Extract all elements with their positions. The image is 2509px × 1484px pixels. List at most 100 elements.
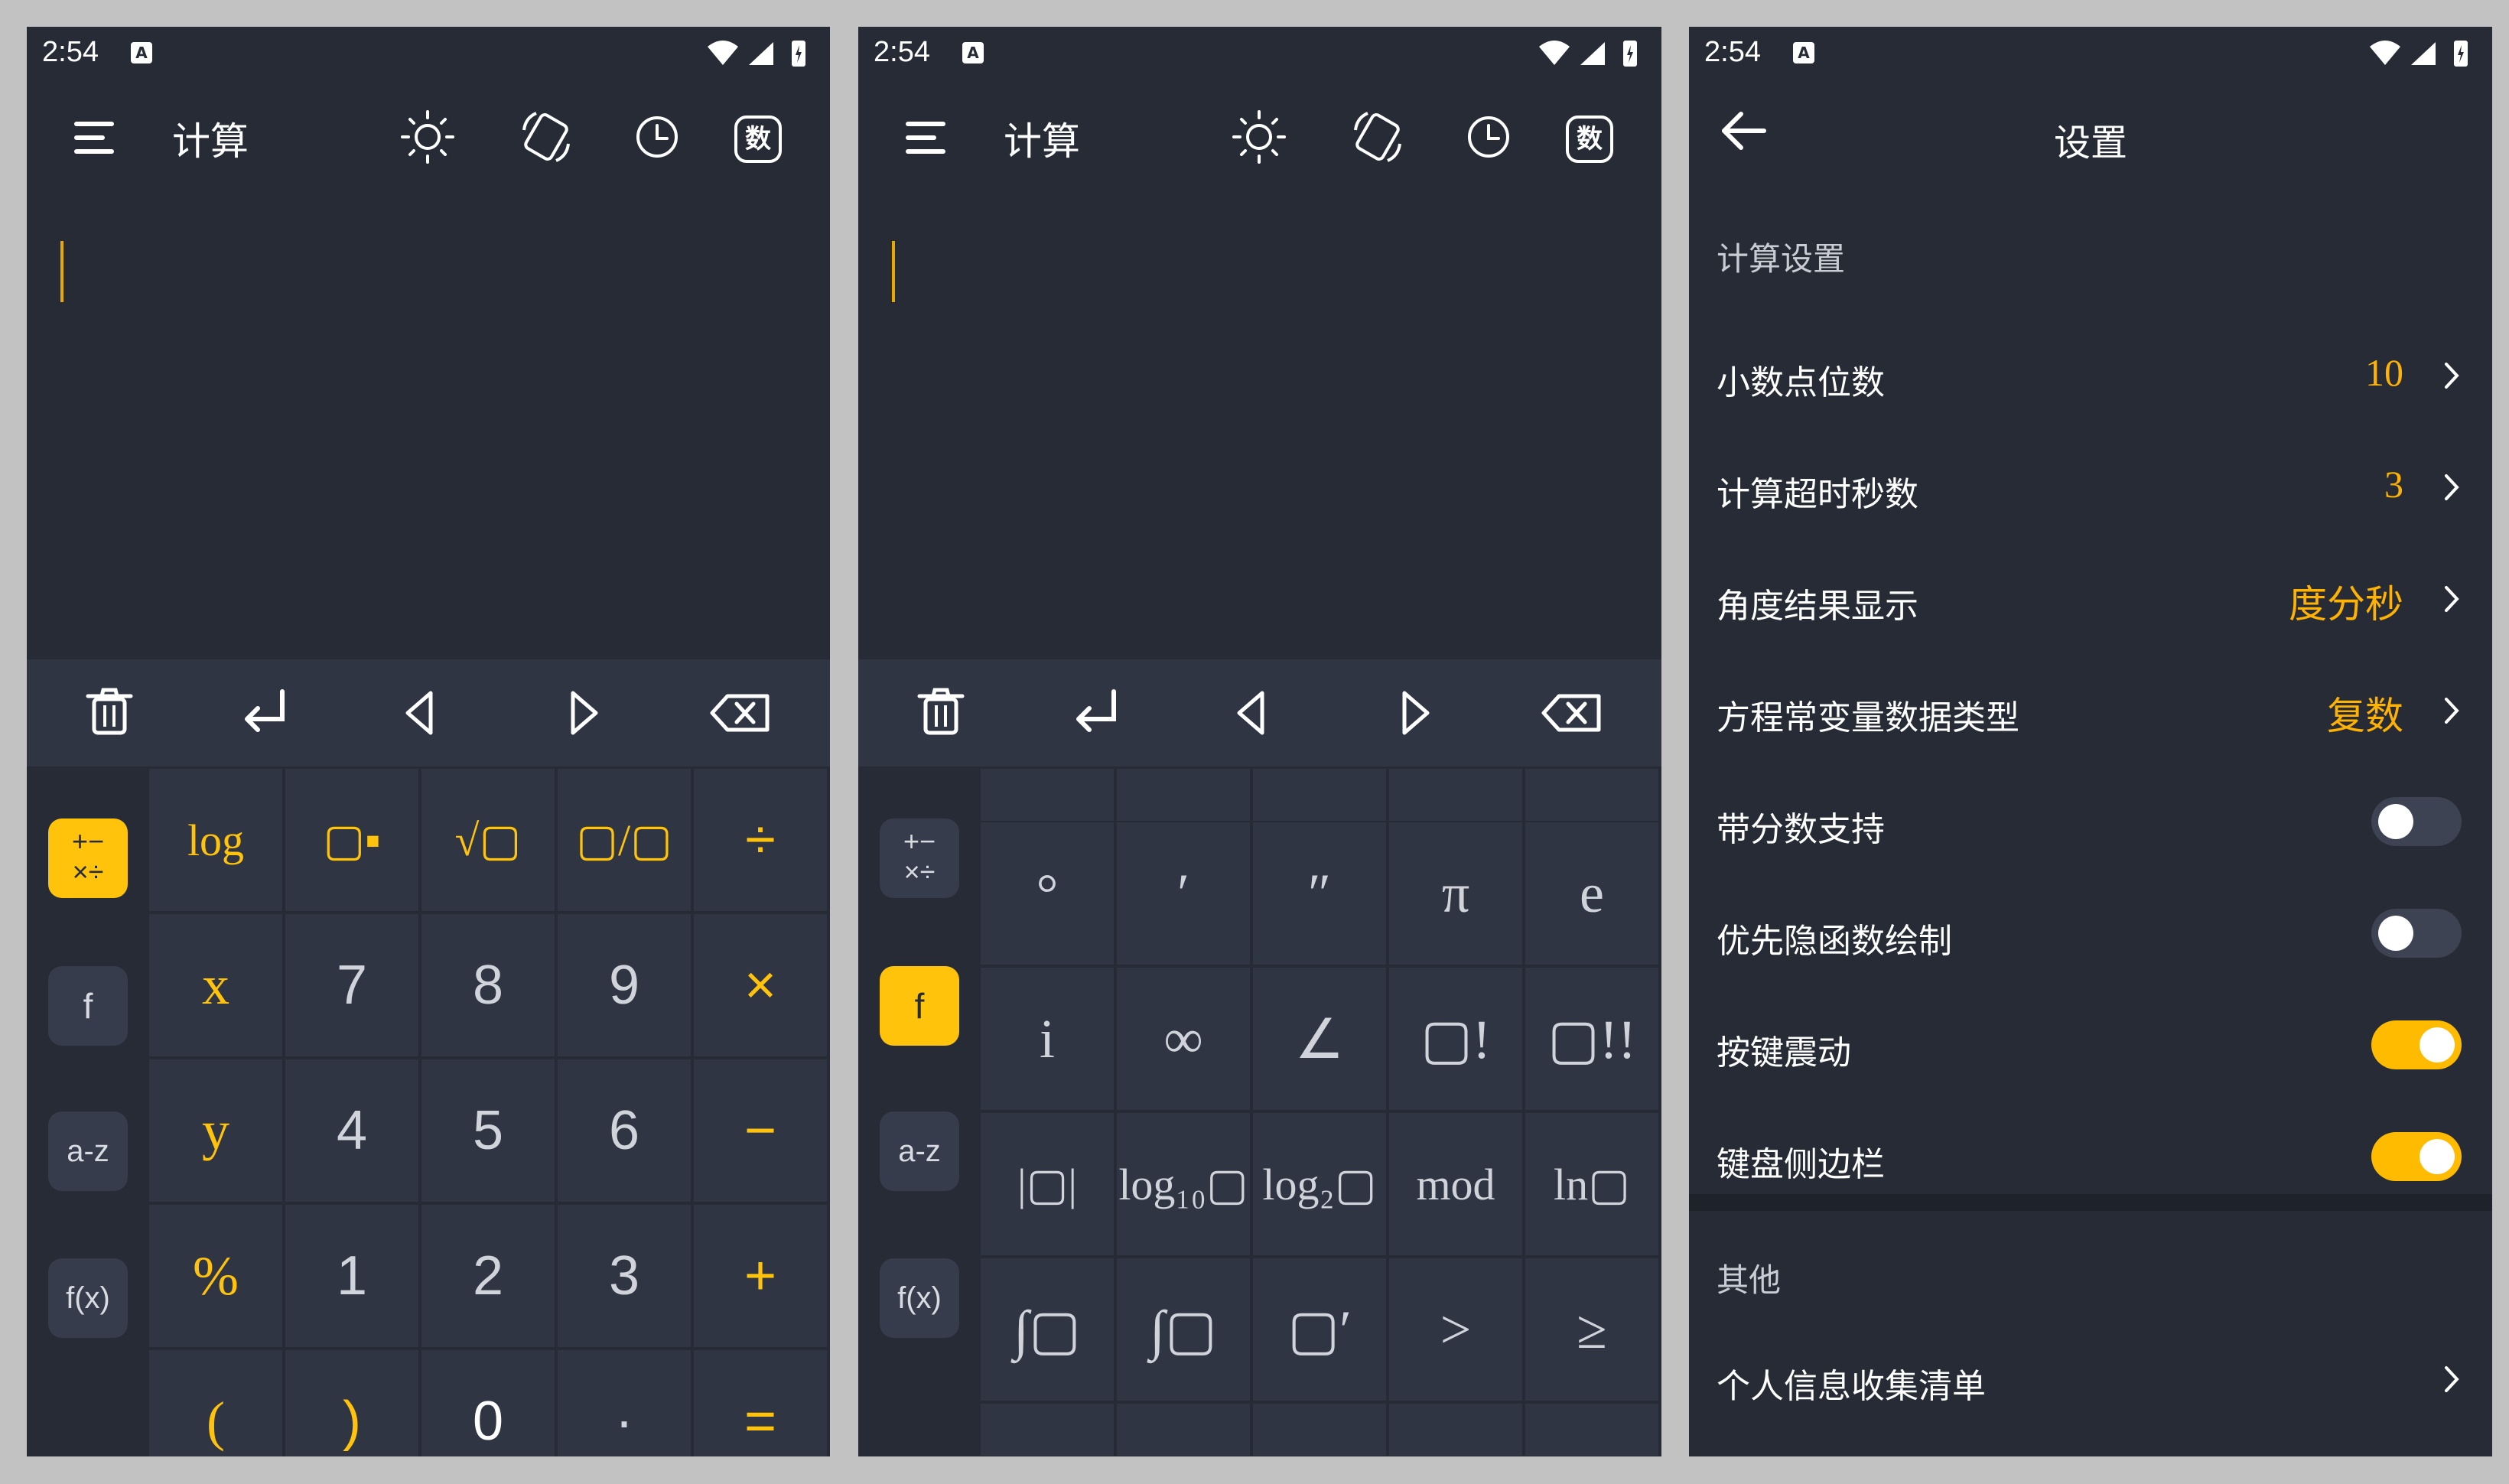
function-tab[interactable]: f	[880, 966, 959, 1046]
key-r2-c3[interactable]: mod	[1389, 1113, 1524, 1257]
toggle-knob	[2378, 804, 2413, 839]
trash-icon[interactable]	[906, 678, 976, 748]
key-r0-c0[interactable]: °	[981, 822, 1115, 966]
basic-ops-tab[interactable]: +− ×÷	[880, 818, 959, 898]
settings-row-0[interactable]: 小数点位数 10	[1689, 320, 2492, 431]
settings-row-6[interactable]: 按键震动	[1689, 990, 2492, 1102]
key-r1-c1[interactable]: ∞	[1117, 968, 1251, 1111]
key-r1-c1[interactable]: 7	[285, 914, 420, 1058]
enter-icon[interactable]	[1063, 678, 1134, 748]
key-r2-c1[interactable]: log₁₀▢	[1117, 1113, 1251, 1257]
status-icons	[2370, 41, 2468, 67]
function-tab[interactable]: f	[48, 966, 128, 1046]
key-r1-c0[interactable]: i	[981, 968, 1115, 1111]
key-r0-c1[interactable]: ′	[1117, 822, 1251, 966]
key-r1-c2[interactable]: ∠	[1253, 968, 1388, 1111]
rotate-icon[interactable]	[1348, 107, 1407, 167]
key-r0-c4[interactable]: e	[1525, 822, 1660, 966]
menu-icon[interactable]	[73, 119, 119, 157]
enter-icon[interactable]	[232, 678, 302, 748]
key-r3-c1[interactable]: ∫▢	[1117, 1258, 1251, 1402]
row-label: 键盘侧边栏	[1717, 1145, 1885, 1184]
key-r3-c0[interactable]: %	[149, 1205, 284, 1349]
key-r0-c0[interactable]: log	[149, 769, 284, 913]
key-r4-c4[interactable]: =	[694, 1350, 828, 1456]
key-r2-c0[interactable]: y	[149, 1059, 284, 1203]
history-icon[interactable]	[627, 107, 687, 167]
history-icon[interactable]	[1459, 107, 1518, 167]
key-r1-c0[interactable]: x	[149, 914, 284, 1058]
editor-nav-row	[27, 659, 830, 766]
settings-row-3[interactable]: 方程常变量数据类型 复数	[1689, 655, 2492, 766]
settings-row-privacy-list[interactable]: 个人信息收集清单	[1689, 1323, 2492, 1435]
key-r1-c2[interactable]: 8	[421, 914, 556, 1058]
backspace-icon[interactable]	[706, 678, 776, 748]
number-mode-icon[interactable]: 数	[734, 116, 782, 163]
keyboard-sidebar: +− ×÷ f a-z f(x)	[27, 769, 149, 1456]
toggle-switch[interactable]	[2371, 909, 2462, 958]
cursor-left-icon[interactable]	[386, 678, 457, 748]
key-r1-c4[interactable]: ▢!!	[1525, 968, 1660, 1111]
variables-tab[interactable]: a-z	[48, 1111, 128, 1191]
key-r2-c4[interactable]: −	[694, 1059, 828, 1203]
settings-row-4[interactable]: 带分数支持	[1689, 766, 2492, 878]
key-r1-c4[interactable]: ×	[694, 914, 828, 1058]
brightness-icon[interactable]	[398, 107, 457, 167]
fx-tab[interactable]: f(x)	[880, 1258, 959, 1338]
key-r0-c2[interactable]: √▢	[421, 769, 556, 913]
rotate-icon[interactable]	[516, 107, 576, 167]
basic-ops-tab[interactable]: +− ×÷	[48, 818, 128, 898]
key-strip-top	[1253, 769, 1388, 822]
key-r1-c3[interactable]: 9	[558, 914, 692, 1058]
chevron-right-icon	[2445, 586, 2459, 612]
expression-editor[interactable]	[27, 191, 830, 659]
key-r0-c4[interactable]: ÷	[694, 769, 828, 913]
menu-icon[interactable]	[904, 119, 950, 157]
key-r3-c4[interactable]: +	[694, 1205, 828, 1349]
key-r3-c4[interactable]: ≥	[1525, 1258, 1660, 1402]
settings-row-2[interactable]: 角度结果显示 度分秒	[1689, 543, 2492, 655]
fx-tab[interactable]: f(x)	[48, 1258, 128, 1338]
settings-screen: 2:54 A 设置 计算设置 小数点位数 10 计算超时秒数 3 角度结果显示 度分秒 方程…	[1689, 27, 2492, 1456]
row-label: 角度结果显示	[1717, 587, 1918, 626]
toggle-switch[interactable]	[2371, 797, 2462, 846]
key-r2-c1[interactable]: 4	[285, 1059, 420, 1203]
app-toolbar: 计算 数	[27, 80, 830, 191]
expression-editor[interactable]	[858, 191, 1661, 659]
cursor-right-icon[interactable]	[547, 678, 617, 748]
key-r0-c2[interactable]: ″	[1253, 822, 1388, 966]
cursor-right-icon[interactable]	[1378, 678, 1449, 748]
toggle-switch[interactable]	[2371, 1020, 2462, 1069]
cursor-left-icon[interactable]	[1218, 678, 1288, 748]
settings-row-1[interactable]: 计算超时秒数 3	[1689, 431, 2492, 543]
key-r2-c2[interactable]: 5	[421, 1059, 556, 1203]
key-r3-c3[interactable]: >	[1389, 1258, 1524, 1402]
key-r2-c3[interactable]: 6	[558, 1059, 692, 1203]
key-r4-c3[interactable]: ·	[558, 1350, 692, 1456]
key-r2-c2[interactable]: log₂▢	[1253, 1113, 1388, 1257]
trash-icon[interactable]	[74, 678, 145, 748]
key-r4-c2[interactable]: 0	[421, 1350, 556, 1456]
key-r3-c2[interactable]: ▢′	[1253, 1258, 1388, 1402]
key-r4-c0[interactable]: (	[149, 1350, 284, 1456]
key-r3-c1[interactable]: 1	[285, 1205, 420, 1349]
key-r3-c3[interactable]: 3	[558, 1205, 692, 1349]
chevron-right-icon	[2445, 363, 2459, 389]
key-r3-c2[interactable]: 2	[421, 1205, 556, 1349]
key-r4-c1[interactable]: )	[285, 1350, 420, 1456]
key-r1-c3[interactable]: ▢!	[1389, 968, 1524, 1111]
number-mode-icon[interactable]: 数	[1566, 116, 1613, 163]
key-r2-c0[interactable]: |▢|	[981, 1113, 1115, 1257]
key-r3-c0[interactable]: ∫▢	[981, 1258, 1115, 1402]
key-r0-c3[interactable]: π	[1389, 822, 1524, 966]
backspace-icon[interactable]	[1538, 678, 1608, 748]
settings-row-5[interactable]: 优先隐函数绘制	[1689, 878, 2492, 990]
variables-tab[interactable]: a-z	[880, 1111, 959, 1191]
key-r0-c3[interactable]: ▢/▢	[558, 769, 692, 913]
key-r0-c1[interactable]: ▢▪	[285, 769, 420, 913]
brightness-icon[interactable]	[1229, 107, 1289, 167]
row-label: 带分数支持	[1717, 810, 1885, 849]
toggle-switch[interactable]	[2371, 1132, 2462, 1181]
key-r2-c4[interactable]: ln▢	[1525, 1113, 1660, 1257]
basic-key-grid: log ▢▪ √▢ ▢/▢ ÷ x 7 8 9 × y 4 5 6−% 1 2 3 + () 0 · =	[149, 769, 830, 1456]
